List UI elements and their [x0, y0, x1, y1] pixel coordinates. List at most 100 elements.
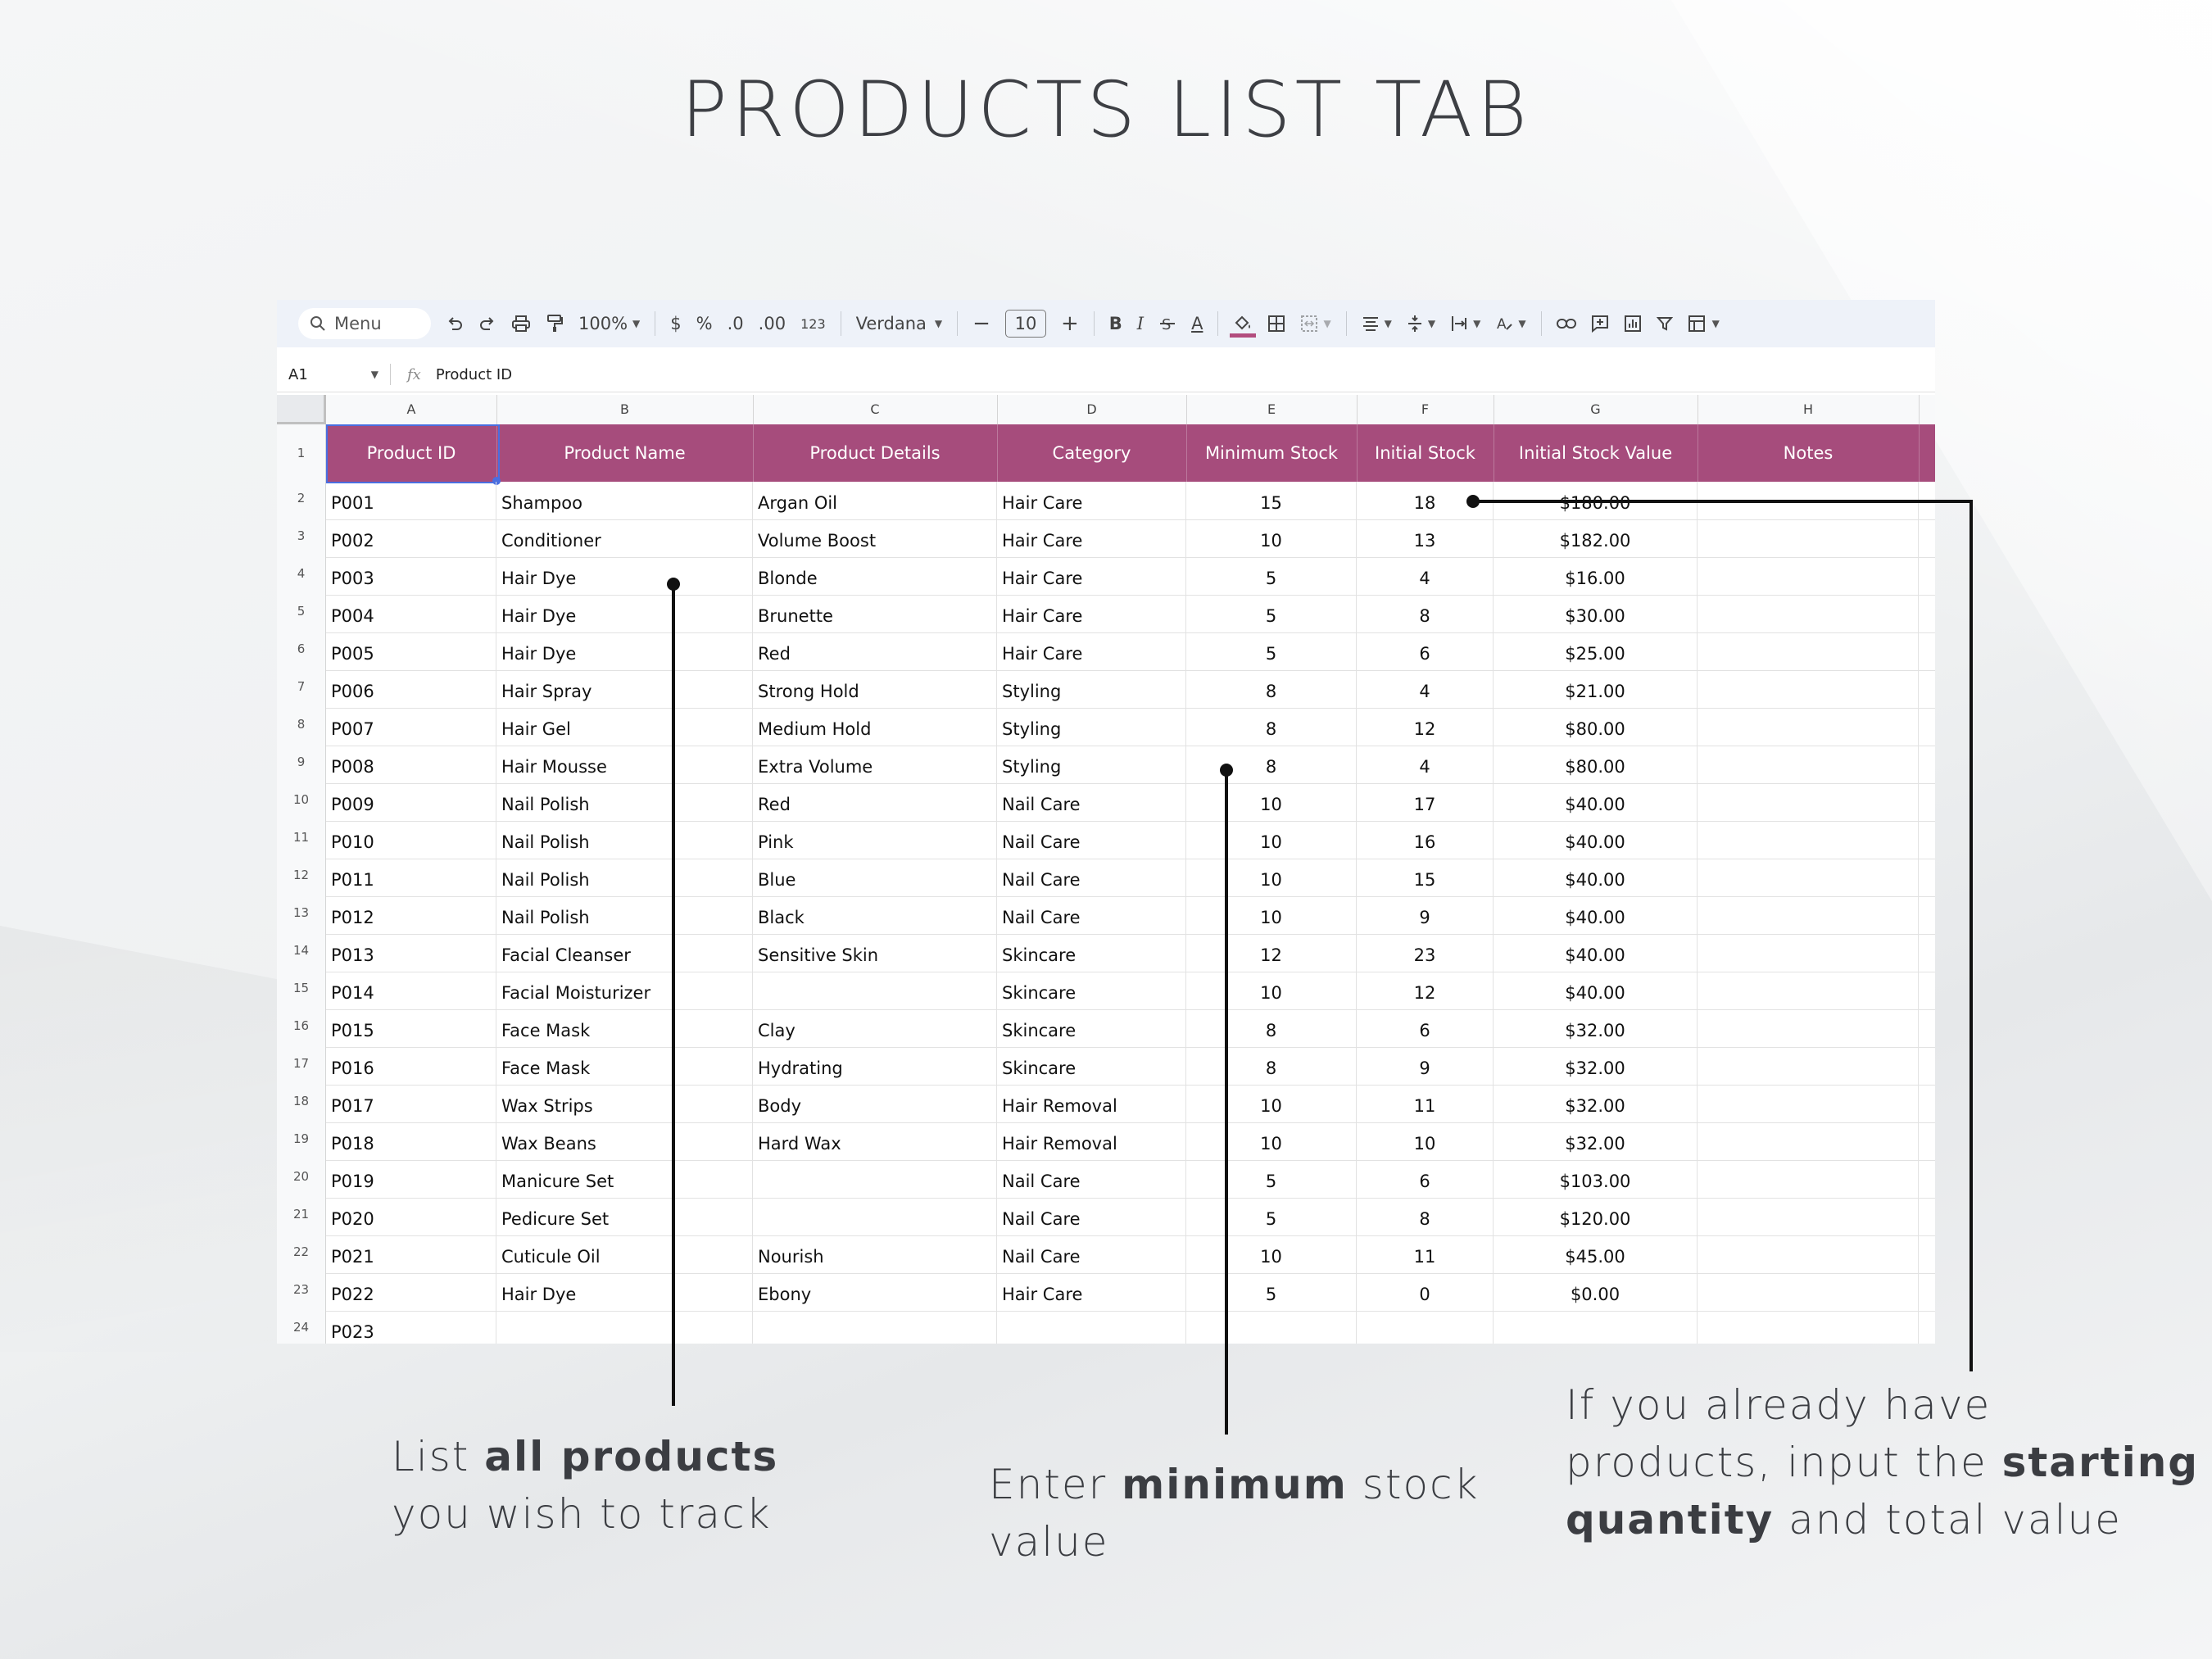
table-cell[interactable]: $32.00: [1494, 1009, 1698, 1047]
table-cell[interactable]: 16: [1357, 821, 1494, 859]
table-cell[interactable]: [753, 1160, 997, 1198]
table-cell[interactable]: [496, 1311, 753, 1344]
zoom-select[interactable]: 100% ▼: [578, 314, 640, 333]
table-cell[interactable]: Hair Care: [997, 1273, 1186, 1311]
table-cell[interactable]: Nourish: [753, 1235, 997, 1273]
table-cell[interactable]: Wax Strips: [496, 1085, 753, 1122]
table-cell[interactable]: P019: [326, 1160, 496, 1198]
row-number[interactable]: 1: [277, 424, 326, 482]
table-cell[interactable]: $16.00: [1494, 557, 1698, 595]
table-cell[interactable]: P005: [326, 632, 496, 670]
filter-icon[interactable]: [1656, 315, 1673, 332]
table-cell[interactable]: Red: [753, 783, 997, 821]
table-cell[interactable]: 9: [1357, 1047, 1494, 1085]
table-cell[interactable]: 8: [1186, 708, 1357, 746]
row-number[interactable]: 13: [277, 896, 326, 934]
table-cell[interactable]: $45.00: [1494, 1235, 1698, 1273]
table-cell[interactable]: Clay: [753, 1009, 997, 1047]
table-cell[interactable]: $40.00: [1494, 859, 1698, 896]
table-cell[interactable]: [997, 1311, 1186, 1344]
row-number[interactable]: 3: [277, 519, 326, 557]
table-cell[interactable]: [1698, 896, 1919, 934]
column-header-e[interactable]: E: [1186, 395, 1358, 424]
table-cell[interactable]: Styling: [997, 708, 1186, 746]
table-cell[interactable]: Face Mask: [496, 1047, 753, 1085]
table-cell[interactable]: $0.00: [1494, 1273, 1698, 1311]
table-cell[interactable]: 11: [1357, 1235, 1494, 1273]
table-cell[interactable]: Nail Care: [997, 1160, 1186, 1198]
column-header-b[interactable]: B: [496, 395, 754, 424]
paint-format-icon[interactable]: [546, 314, 564, 333]
vertical-align-icon[interactable]: ▼: [1407, 315, 1435, 333]
table-cell[interactable]: 10: [1186, 821, 1357, 859]
row-number[interactable]: 4: [277, 557, 326, 595]
redo-icon[interactable]: [478, 315, 496, 333]
table-cell[interactable]: P001: [326, 482, 496, 519]
table-cell[interactable]: 4: [1357, 557, 1494, 595]
table-cell[interactable]: [753, 972, 997, 1009]
table-cell[interactable]: 8: [1186, 1009, 1357, 1047]
table-cell[interactable]: Nail Care: [997, 783, 1186, 821]
font-select[interactable]: Verdana ▼: [856, 314, 943, 333]
table-cell[interactable]: Hair Dye: [496, 595, 753, 632]
horizontal-align-icon[interactable]: ▼: [1362, 315, 1392, 332]
table-cell[interactable]: 5: [1186, 557, 1357, 595]
table-cell[interactable]: Argan Oil: [753, 482, 997, 519]
table-cell[interactable]: Extra Volume: [753, 746, 997, 783]
table-cell[interactable]: 10: [1186, 1085, 1357, 1122]
formula-input[interactable]: Product ID: [436, 366, 512, 383]
table-cell[interactable]: Nail Care: [997, 1198, 1186, 1235]
table-cell[interactable]: Body: [753, 1085, 997, 1122]
table-cell[interactable]: Cuticule Oil: [496, 1235, 753, 1273]
row-number[interactable]: 8: [277, 708, 326, 746]
row-number[interactable]: 18: [277, 1085, 326, 1122]
table-cell[interactable]: 5: [1186, 632, 1357, 670]
table-cell[interactable]: 15: [1357, 859, 1494, 896]
table-cell[interactable]: Skincare: [997, 1047, 1186, 1085]
table-icon[interactable]: ▼: [1688, 315, 1720, 333]
table-cell[interactable]: [1698, 1047, 1919, 1085]
table-cell[interactable]: Shampoo: [496, 482, 753, 519]
table-cell[interactable]: Nail Polish: [496, 821, 753, 859]
table-cell[interactable]: [753, 1311, 997, 1344]
table-cell[interactable]: Skincare: [997, 934, 1186, 972]
table-cell[interactable]: Conditioner: [496, 519, 753, 557]
table-cell[interactable]: [1698, 557, 1919, 595]
table-cell[interactable]: $32.00: [1494, 1085, 1698, 1122]
table-cell[interactable]: Hair Care: [997, 632, 1186, 670]
table-cell[interactable]: $40.00: [1494, 934, 1698, 972]
table-cell[interactable]: $40.00: [1494, 821, 1698, 859]
table-cell[interactable]: [1698, 746, 1919, 783]
text-wrap-icon[interactable]: ▼: [1450, 315, 1480, 333]
text-rotation-icon[interactable]: A ▼: [1495, 315, 1525, 333]
table-cell[interactable]: [1357, 1311, 1494, 1344]
table-cell[interactable]: Hair Removal: [997, 1085, 1186, 1122]
table-cell[interactable]: P018: [326, 1122, 496, 1160]
table-cell[interactable]: Nail Care: [997, 896, 1186, 934]
table-cell[interactable]: Red: [753, 632, 997, 670]
table-cell[interactable]: P015: [326, 1009, 496, 1047]
header-cell[interactable]: Initial Stock Value: [1494, 424, 1698, 482]
table-cell[interactable]: Nail Polish: [496, 859, 753, 896]
column-header-c[interactable]: C: [753, 395, 998, 424]
table-cell[interactable]: 8: [1186, 1047, 1357, 1085]
table-cell[interactable]: 12: [1357, 708, 1494, 746]
number-format-button[interactable]: 123: [800, 316, 826, 332]
header-cell[interactable]: Product Name: [496, 424, 754, 482]
table-cell[interactable]: Manicure Set: [496, 1160, 753, 1198]
comment-icon[interactable]: [1591, 315, 1609, 333]
table-cell[interactable]: Hair Removal: [997, 1122, 1186, 1160]
table-cell[interactable]: Styling: [997, 670, 1186, 708]
table-cell[interactable]: Hair Care: [997, 482, 1186, 519]
undo-icon[interactable]: [446, 315, 464, 333]
table-cell[interactable]: 11: [1357, 1085, 1494, 1122]
table-cell[interactable]: 4: [1357, 670, 1494, 708]
table-cell[interactable]: 10: [1186, 519, 1357, 557]
table-cell[interactable]: $103.00: [1494, 1160, 1698, 1198]
row-number[interactable]: 5: [277, 595, 326, 632]
column-header-a[interactable]: A: [326, 395, 497, 424]
table-cell[interactable]: $40.00: [1494, 972, 1698, 1009]
table-cell[interactable]: 10: [1186, 972, 1357, 1009]
row-number[interactable]: 7: [277, 670, 326, 708]
table-cell[interactable]: 8: [1357, 1198, 1494, 1235]
